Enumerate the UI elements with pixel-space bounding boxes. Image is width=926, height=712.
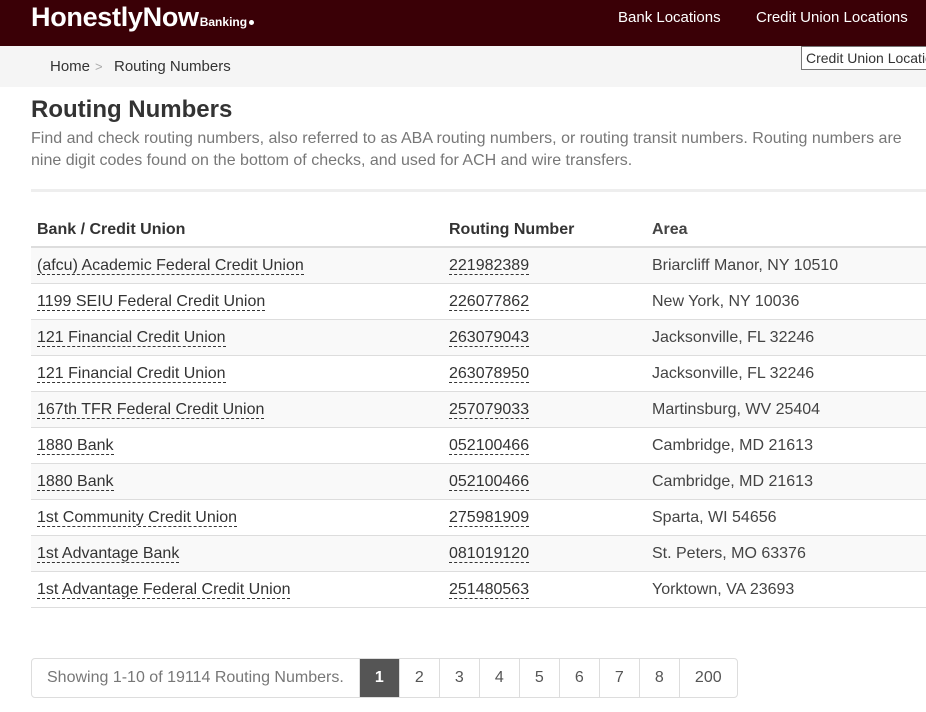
table-row: 1st Community Credit Union 275981909 Spa… (31, 500, 926, 536)
table-row: 1199 SEIU Federal Credit Union 226077862… (31, 284, 926, 320)
table-row: 1880 Bank 052100466 Cambridge, MD 21613 (31, 464, 926, 500)
brand-name: HonestlyNow (31, 2, 199, 32)
page-button-7[interactable]: 7 (600, 659, 640, 697)
table-row: 1880 Bank 052100466 Cambridge, MD 21613 (31, 428, 926, 464)
bank-name-link[interactable]: 121 Financial Credit Union (37, 329, 226, 347)
pagination: Showing 1-10 of 19114 Routing Numbers. 1… (31, 658, 738, 698)
area-text: St. Peters, MO 63376 (652, 545, 806, 562)
bank-name-link[interactable]: 167th TFR Federal Credit Union (37, 401, 265, 419)
bank-name-link[interactable]: 1st Community Credit Union (37, 509, 238, 527)
routing-number-link[interactable]: 251480563 (449, 581, 530, 599)
area-text: Jacksonville, FL 32246 (652, 365, 815, 382)
nav-bank-locations[interactable]: Bank Locations (618, 0, 721, 46)
area-text: Cambridge, MD 21613 (652, 473, 813, 490)
header-bank: Bank / Credit Union (37, 221, 186, 238)
pagination-info: Showing 1-10 of 19114 Routing Numbers. (32, 659, 360, 697)
table-row: 121 Financial Credit Union 263079043 Jac… (31, 320, 926, 356)
bank-name-link[interactable]: 121 Financial Credit Union (37, 365, 226, 383)
routing-number-link[interactable]: 263078950 (449, 365, 530, 383)
page-button-4[interactable]: 4 (480, 659, 520, 697)
page-button-2[interactable]: 2 (400, 659, 440, 697)
table-row: 121 Financial Credit Union 263078950 Jac… (31, 356, 926, 392)
header-routing-number: Routing Number (449, 221, 575, 238)
routing-number-link[interactable]: 257079033 (449, 401, 530, 419)
page-button-5[interactable]: 5 (520, 659, 560, 697)
page-button-8[interactable]: 8 (640, 659, 680, 697)
routing-number-link[interactable]: 263079043 (449, 329, 530, 347)
page-button-1[interactable]: 1 (359, 659, 400, 697)
table-header: Bank / Credit Union Routing Number Area (31, 212, 926, 248)
page-button-6[interactable]: 6 (560, 659, 600, 697)
page-title: Routing Numbers (31, 96, 233, 123)
bank-name-link[interactable]: 1199 SEIU Federal Credit Union (37, 293, 266, 311)
top-navbar: HonestlyNowBanking Bank Locations Credit… (0, 0, 926, 46)
table-body: (afcu) Academic Federal Credit Union 221… (31, 248, 926, 608)
area-text: Martinsburg, WV 25404 (652, 401, 821, 418)
routing-number-link[interactable]: 052100466 (449, 473, 530, 491)
bank-name-link[interactable]: 1880 Bank (37, 437, 114, 455)
area-text: Yorktown, VA 23693 (652, 581, 795, 598)
breadcrumb-current: Routing Numbers (114, 58, 231, 75)
bank-name-link[interactable]: (afcu) Academic Federal Credit Union (37, 257, 304, 275)
table-row: 1st Advantage Federal Credit Union 25148… (31, 572, 926, 608)
area-text: Cambridge, MD 21613 (652, 437, 813, 454)
routing-number-link[interactable]: 221982389 (449, 257, 530, 275)
routing-table: Bank / Credit Union Routing Number Area … (31, 212, 926, 608)
area-text: Briarcliff Manor, NY 10510 (652, 257, 839, 274)
table-row: (afcu) Academic Federal Credit Union 221… (31, 248, 926, 284)
breadcrumb-home[interactable]: Home (50, 46, 90, 87)
bank-name-link[interactable]: 1st Advantage Federal Credit Union (37, 581, 291, 599)
brand-subtitle: Banking (199, 15, 248, 29)
area-text: Jacksonville, FL 32246 (652, 329, 815, 346)
area-text: New York, NY 10036 (652, 293, 800, 310)
nav-credit-union-locations[interactable]: Credit Union Locations (756, 0, 908, 46)
area-text: Sparta, WI 54656 (652, 509, 777, 526)
page-button-last[interactable]: 200 (680, 659, 737, 697)
routing-number-link[interactable]: 052100466 (449, 437, 530, 455)
table-row: 167th TFR Federal Credit Union 257079033… (31, 392, 926, 428)
page-button-3[interactable]: 3 (440, 659, 480, 697)
routing-number-link[interactable]: 275981909 (449, 509, 530, 527)
routing-number-link[interactable]: 226077862 (449, 293, 530, 311)
page-description: Find and check routing numbers, also ref… (31, 130, 902, 169)
bank-name-link[interactable]: 1st Advantage Bank (37, 545, 180, 563)
table-row: 1st Advantage Bank 081019120 St. Peters,… (31, 536, 926, 572)
bank-name-link[interactable]: 1880 Bank (37, 473, 114, 491)
section-divider (31, 189, 926, 192)
nav-tooltip: Credit Union Locations (801, 46, 926, 70)
routing-number-link[interactable]: 081019120 (449, 545, 530, 563)
header-area: Area (652, 221, 688, 238)
breadcrumb-separator: > (95, 59, 103, 74)
brand-logo[interactable]: HonestlyNowBanking (31, 2, 255, 33)
breadcrumb: Home > Routing Numbers (0, 46, 926, 87)
brand-dot-icon (249, 20, 255, 25)
